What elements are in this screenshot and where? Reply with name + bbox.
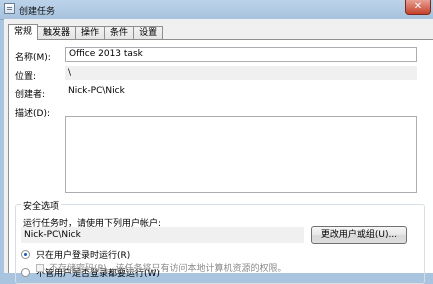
general-panel: 名称(M): Office 2013 task 位置: \ 创建者: Nick-… (8, 39, 433, 284)
description-input[interactable] (65, 116, 417, 193)
name-label: 名称(M): (15, 53, 51, 63)
close-icon: ✕ (413, 1, 423, 12)
tab-triggers[interactable]: 触发器 (37, 26, 77, 40)
name-input[interactable]: Office 2013 task (65, 47, 417, 62)
do-not-store-password-checkbox[interactable] (36, 263, 44, 272)
run-when-logged-on-option[interactable]: 只在用户登录时运行(R) (21, 248, 130, 261)
author-value: Nick-PC\Nick (65, 84, 417, 98)
tab-actions[interactable]: 操作 (75, 26, 106, 40)
user-account-field: Nick-PC\Nick (21, 227, 304, 243)
task-window-icon (4, 3, 15, 14)
run-when-logged-on-label: 只在用户登录时运行(R) (36, 251, 131, 261)
create-task-dialog: 常规 触发器 操作 条件 设置 名称(M): Office 2013 task … (4, 19, 433, 284)
description-label: 描述(D): (15, 109, 50, 119)
author-label: 创建者: (15, 90, 46, 100)
window-title: 创建任务 (19, 7, 56, 17)
close-button[interactable]: ✕ (405, 0, 431, 15)
tab-settings[interactable]: 设置 (133, 26, 164, 40)
title-bar: 创建任务 ✕ (0, 0, 433, 20)
radio-run-when-logged-on[interactable] (21, 250, 30, 259)
do-not-store-password-label: 不存储密码(P)。该任务将只有访问本地计算机资源的权限。 (49, 264, 287, 274)
location-label: 位置: (15, 72, 37, 82)
tab-bar: 常规 触发器 操作 条件 设置 (8, 24, 164, 40)
security-options-title: 安全选项 (21, 199, 62, 212)
tab-conditions[interactable]: 条件 (104, 26, 135, 40)
tab-general[interactable]: 常规 (8, 24, 39, 40)
change-user-button[interactable]: 更改用户或组(U)... (311, 226, 407, 244)
do-not-store-password-option[interactable]: 不存储密码(P)。该任务将只有访问本地计算机资源的权限。 (36, 261, 286, 274)
location-value: \ (65, 66, 417, 80)
